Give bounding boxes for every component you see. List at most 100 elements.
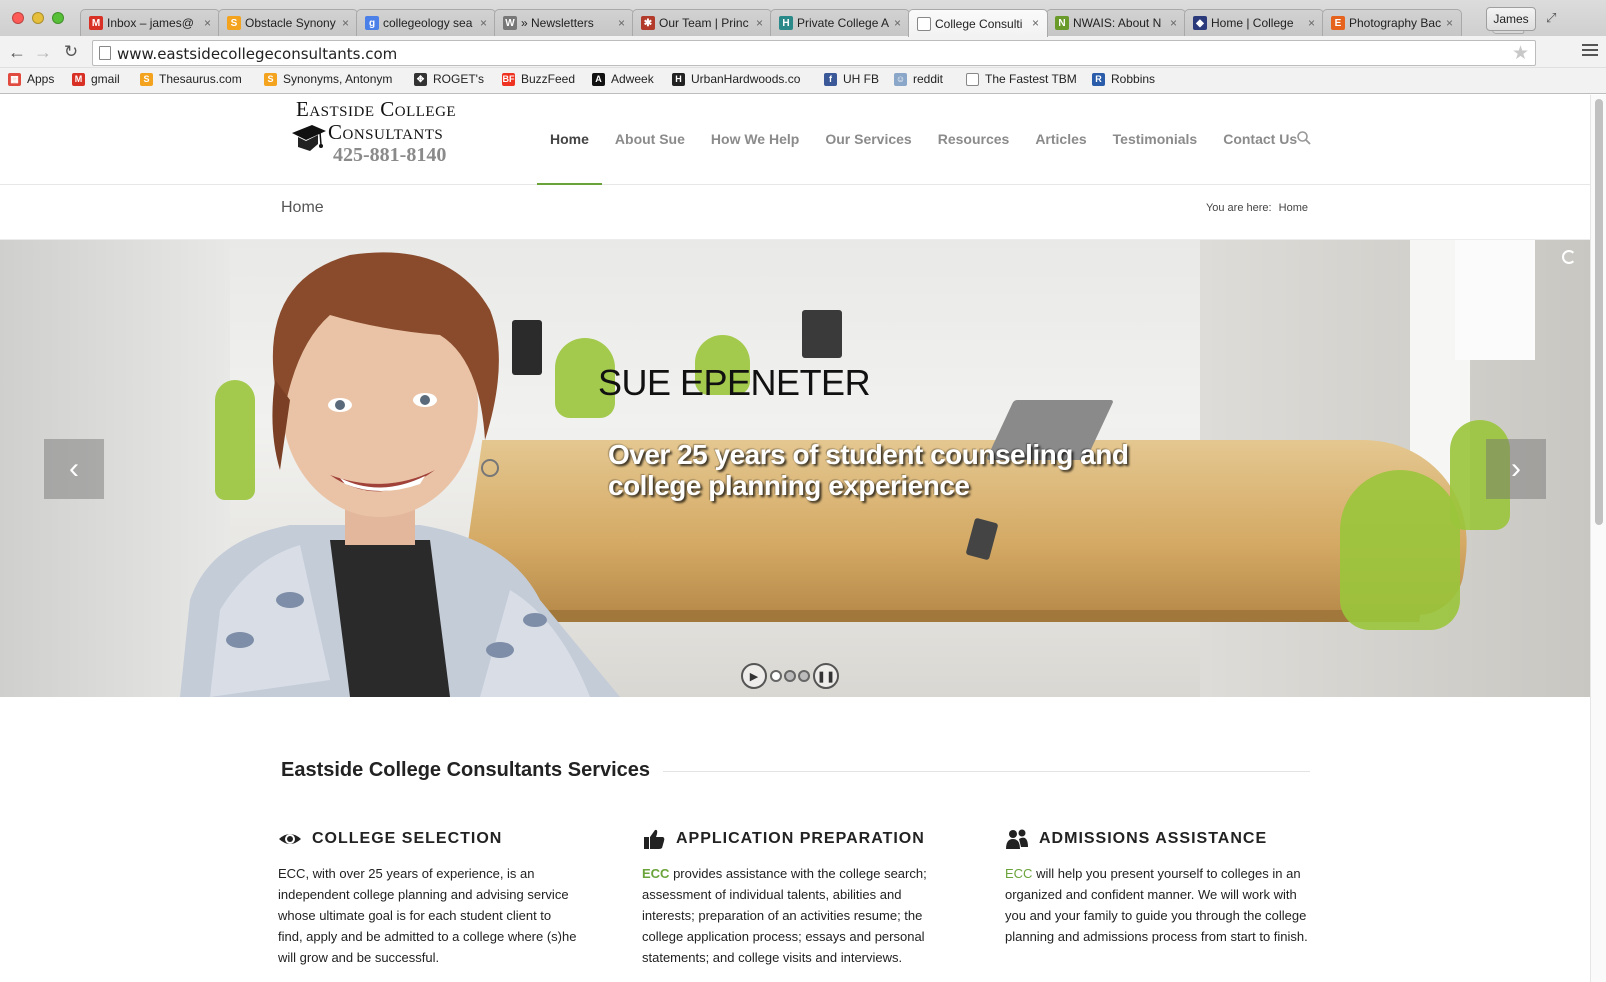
- nav-item-articles[interactable]: Articles: [1035, 95, 1086, 185]
- close-window-button[interactable]: [12, 12, 24, 24]
- h-icon: H: [779, 16, 793, 30]
- close-tab-icon[interactable]: ×: [618, 16, 625, 30]
- reload-icon[interactable]: ↻: [60, 41, 82, 63]
- slider-pause-button[interactable]: ❚❚: [813, 663, 839, 689]
- chevron-left-icon: ‹: [69, 452, 79, 485]
- browser-tab[interactable]: M Inbox – james@ ×: [80, 9, 220, 36]
- close-tab-icon[interactable]: ×: [756, 16, 763, 30]
- browser-tab[interactable]: W » Newsletters ×: [494, 9, 634, 36]
- close-tab-icon[interactable]: ×: [204, 16, 211, 30]
- bookmark-item[interactable]: S Synonyms, Antonym: [264, 72, 392, 86]
- zoom-window-button[interactable]: [52, 12, 64, 24]
- browser-menu-icon[interactable]: [1582, 44, 1598, 58]
- page-title: Home: [281, 199, 324, 216]
- bookmark-item[interactable]: The Fastest TBM: [966, 72, 1077, 86]
- slide-tagline: Over 25 years of student counseling and …: [608, 439, 1129, 501]
- nav-item-about-sue[interactable]: About Sue: [615, 95, 685, 185]
- browser-tab[interactable]: College Consulti ×: [908, 9, 1048, 37]
- thumbs-up-icon: [644, 829, 665, 849]
- bookmark-label: BuzzFeed: [521, 72, 576, 86]
- close-tab-icon[interactable]: ×: [480, 16, 487, 30]
- nav-item-resources[interactable]: Resources: [938, 95, 1010, 185]
- breadcrumb: You are here: Home: [1202, 202, 1308, 214]
- bookmark-label: Synonyms, Antonym: [283, 72, 393, 86]
- service-description: ECC, with over 25 years of experience, i…: [278, 863, 578, 968]
- bookmark-item[interactable]: H UrbanHardwoods.co: [672, 72, 800, 86]
- bookmark-star-icon[interactable]: ★: [1512, 42, 1529, 65]
- scrollbar-thumb[interactable]: [1595, 99, 1603, 525]
- service-column-college-selection: COLLEGE SELECTION ECC, with over 25 year…: [278, 827, 578, 968]
- browser-tab[interactable]: H Private College A ×: [770, 9, 910, 36]
- close-tab-icon[interactable]: ×: [1446, 16, 1453, 30]
- bookmark-label: Robbins: [1111, 72, 1156, 86]
- close-tab-icon[interactable]: ×: [1308, 16, 1315, 30]
- facebook-icon: f: [824, 72, 837, 86]
- thesaurus-icon: S: [227, 16, 241, 30]
- background-desk-edge: [539, 610, 1421, 622]
- bookmark-label: gmail: [91, 72, 120, 86]
- slider-dot[interactable]: [798, 670, 810, 682]
- bookmark-item[interactable]: ☺ reddit: [894, 72, 943, 86]
- nav-item-contact-us[interactable]: Contact Us: [1223, 95, 1297, 185]
- close-tab-icon[interactable]: ×: [894, 16, 901, 30]
- bookmark-item[interactable]: R Robbins: [1092, 72, 1155, 86]
- bookmark-item[interactable]: f UH FB: [824, 72, 879, 86]
- slider-prev-button[interactable]: ‹: [44, 439, 104, 499]
- browser-tab[interactable]: g collegeology sea ×: [356, 9, 496, 36]
- browser-tab[interactable]: E Photography Bac ×: [1322, 9, 1462, 36]
- service-description: ECC provides assistance with the college…: [642, 863, 942, 968]
- close-tab-icon[interactable]: ×: [1032, 16, 1039, 30]
- profile-button[interactable]: James: [1486, 7, 1536, 31]
- wordpress-icon: W: [503, 16, 517, 30]
- pause-icon: ❚❚: [816, 670, 836, 683]
- tab-label: Private College A: [797, 16, 890, 30]
- close-tab-icon[interactable]: ×: [342, 16, 349, 30]
- nav-item-how-we-help[interactable]: How We Help: [711, 95, 799, 185]
- search-icon[interactable]: [1296, 130, 1312, 146]
- browser-tab[interactable]: N NWAIS: About N ×: [1046, 9, 1186, 36]
- bookmark-item[interactable]: S Thesaurus.com: [140, 72, 242, 86]
- slider-play-button[interactable]: ▶: [741, 663, 767, 689]
- services-heading: Eastside College Consultants Services: [281, 759, 651, 781]
- bookmark-item[interactable]: ✥ ROGET's: [414, 72, 484, 86]
- page-scrollbar[interactable]: [1590, 95, 1606, 982]
- tab-label: collegeology sea: [383, 16, 473, 30]
- main-nav: Home About Sue How We Help Our Services Reso…: [537, 95, 1297, 185]
- thesaurus-icon: S: [140, 72, 153, 86]
- service-column-admissions-assistance: ADMISSIONS ASSISTANCE ECC will help you …: [1005, 827, 1310, 947]
- site-logo[interactable]: Eastside College Consultants 425-881-814…: [290, 95, 490, 175]
- portrait-image: [180, 252, 620, 697]
- page-title-bar: Home You are here: Home: [0, 185, 1590, 240]
- slider-dots: [769, 670, 811, 682]
- minimize-window-button[interactable]: [32, 12, 44, 24]
- ecc-highlight: ECC: [642, 866, 670, 881]
- browser-tab[interactable]: ✱ Our Team | Princ ×: [632, 9, 772, 36]
- browser-tab[interactable]: S Obstacle Synony ×: [218, 9, 358, 36]
- princeton-icon: ✱: [641, 16, 655, 30]
- bookmark-item[interactable]: ▦ Apps: [8, 72, 54, 86]
- logo-line-2: Consultants: [328, 120, 444, 144]
- slider-next-button[interactable]: ›: [1486, 439, 1546, 499]
- nav-item-testimonials[interactable]: Testimonials: [1113, 95, 1198, 185]
- nav-item-our-services[interactable]: Our Services: [825, 95, 911, 185]
- browser-tab[interactable]: ◆ Home | College ×: [1184, 9, 1324, 36]
- forward-arrow-icon[interactable]: →: [32, 41, 54, 63]
- bookmark-item[interactable]: Mgmail: [72, 72, 120, 86]
- fullscreen-icon[interactable]: ⤢: [1546, 10, 1562, 26]
- tab-label: » Newsletters: [521, 16, 594, 30]
- nav-item-home[interactable]: Home: [537, 95, 602, 185]
- tab-label: Our Team | Princ: [659, 16, 749, 30]
- slider-dot[interactable]: [770, 670, 782, 682]
- slider-dot[interactable]: [784, 670, 796, 682]
- address-bar[interactable]: www.eastsidecollegeconsultants.com ★: [92, 40, 1536, 66]
- bookmark-item[interactable]: BF BuzzFeed: [502, 72, 575, 86]
- close-tab-icon[interactable]: ×: [1170, 16, 1177, 30]
- slider-controls: ▶ ❚❚: [741, 662, 839, 690]
- robbins-icon: R: [1092, 72, 1105, 86]
- breadcrumb-current[interactable]: Home: [1279, 202, 1308, 214]
- service-title: ADMISSIONS ASSISTANCE: [1039, 830, 1268, 847]
- url-text[interactable]: www.eastsidecollegeconsultants.com: [117, 45, 397, 63]
- back-arrow-icon[interactable]: ←: [6, 41, 28, 63]
- bookmark-item[interactable]: A Adweek: [592, 72, 654, 86]
- etsy-icon: E: [1331, 16, 1345, 30]
